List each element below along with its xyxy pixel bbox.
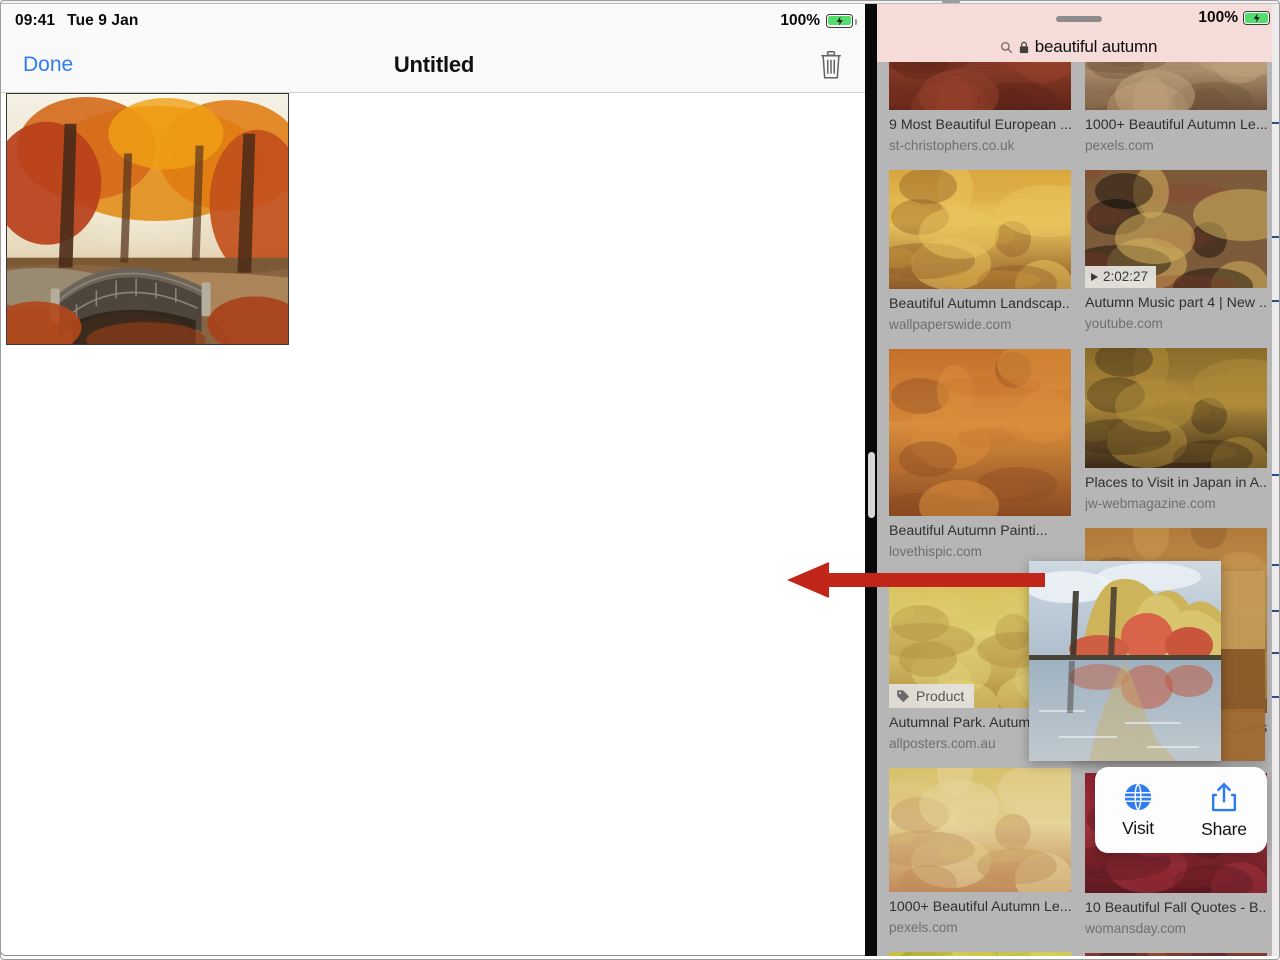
product-badge-label: Product bbox=[916, 687, 965, 704]
background-window-sliver[interactable] bbox=[1272, 4, 1280, 956]
video-duration-badge: 2:02:27 bbox=[1085, 265, 1157, 288]
result-site: pexels.com bbox=[1085, 137, 1154, 153]
result-card[interactable] bbox=[1085, 952, 1267, 956]
result-thumbnail[interactable] bbox=[889, 951, 1071, 956]
page-title: Untitled bbox=[393, 51, 475, 77]
notes-app-pane: 09:41 Tue 9 Jan 100% Done Untitled bbox=[0, 4, 868, 956]
visit-label: Visit bbox=[1122, 817, 1154, 838]
multitask-handle[interactable] bbox=[1055, 16, 1102, 22]
play-icon bbox=[1091, 272, 1098, 281]
note-canvas[interactable] bbox=[1, 93, 867, 955]
result-title[interactable]: Beautiful Autumn Painti... bbox=[889, 521, 1071, 542]
battery-percent-label: 100% bbox=[780, 11, 820, 29]
safari-pane: 100% beautiful autumn 9 Most Beautiful E… bbox=[877, 4, 1280, 956]
result-site: st-christophers.co.uk bbox=[889, 137, 1015, 153]
result-site: wallpaperswide.com bbox=[889, 316, 1012, 332]
left-navigation-bar: Done Untitled bbox=[1, 37, 867, 93]
image-results-list[interactable]: 9 Most Beautiful European ... st-christop… bbox=[877, 62, 1280, 956]
result-thumbnail[interactable] bbox=[889, 169, 1071, 289]
result-title[interactable]: 9 Most Beautiful European ... bbox=[889, 115, 1071, 136]
status-date: Tue 9 Jan bbox=[67, 11, 139, 29]
dragged-image-preview[interactable] bbox=[1029, 561, 1221, 761]
result-card[interactable]: 9 Most Beautiful European ... st-christop… bbox=[889, 62, 1071, 156]
result-card[interactable]: 1000+ Beautiful Autumn Le... pexels.com bbox=[1085, 62, 1267, 156]
result-title[interactable]: 1000+ Beautiful Autumn Le... bbox=[889, 897, 1071, 918]
lock-icon bbox=[1019, 41, 1028, 53]
right-status-bar: 100% bbox=[877, 4, 1280, 32]
result-title[interactable]: Autumn Music part 4 | New ... bbox=[1085, 293, 1267, 314]
result-title[interactable]: 10 Beautiful Fall Quotes - B... bbox=[1085, 898, 1267, 919]
result-card[interactable] bbox=[889, 951, 1071, 956]
share-button[interactable]: Share bbox=[1193, 781, 1255, 840]
result-site: jw-webmagazine.com bbox=[1085, 495, 1216, 511]
product-badge: Product bbox=[889, 683, 975, 708]
result-thumbnail[interactable] bbox=[889, 348, 1071, 516]
duration-label: 2:02:27 bbox=[1103, 269, 1149, 285]
globe-icon bbox=[1124, 782, 1152, 810]
window-grab-nub bbox=[942, 0, 960, 3]
result-title[interactable]: Beautiful Autumn Landscap... bbox=[889, 294, 1071, 315]
screenshot-root: 09:41 Tue 9 Jan 100% Done Untitled 100% … bbox=[0, 0, 1280, 960]
result-card[interactable]: Beautiful Autumn Painti... lovethispic.co… bbox=[889, 348, 1071, 562]
visit-button[interactable]: Visit bbox=[1107, 782, 1169, 839]
result-site: pexels.com bbox=[889, 919, 958, 935]
result-site: youtube.com bbox=[1085, 315, 1163, 331]
share-label: Share bbox=[1201, 818, 1247, 839]
result-thumbnail[interactable] bbox=[1085, 62, 1267, 110]
pasted-note-image[interactable] bbox=[6, 93, 289, 345]
result-card[interactable]: 1000+ Beautiful Autumn Le... pexels.com bbox=[889, 767, 1071, 938]
left-status-bar: 09:41 Tue 9 Jan 100% bbox=[1, 4, 867, 37]
split-view-drag-handle[interactable] bbox=[868, 452, 875, 518]
battery-charging-icon bbox=[1243, 11, 1275, 25]
result-card[interactable]: 2:02:27 Autumn Music part 4 | New ... yout… bbox=[1085, 169, 1267, 334]
result-site: womansday.com bbox=[1085, 920, 1186, 936]
result-title[interactable]: Places to Visit in Japan in A... bbox=[1085, 473, 1267, 494]
done-button[interactable]: Done bbox=[23, 53, 73, 77]
status-time: 09:41 bbox=[15, 11, 56, 29]
result-site: lovethispic.com bbox=[889, 543, 982, 559]
address-bar[interactable]: beautiful autumn bbox=[877, 32, 1280, 62]
share-icon bbox=[1211, 782, 1237, 811]
results-column-left: 9 Most Beautiful European ... st-christop… bbox=[889, 62, 1071, 956]
result-card[interactable]: Places to Visit in Japan in A... jw-webma… bbox=[1085, 347, 1267, 514]
context-action-popup: Visit Share bbox=[1095, 767, 1267, 853]
trash-icon[interactable] bbox=[817, 50, 845, 80]
result-thumbnail[interactable] bbox=[889, 767, 1071, 892]
tag-icon bbox=[897, 690, 910, 703]
result-thumbnail[interactable] bbox=[889, 62, 1071, 110]
result-thumbnail[interactable] bbox=[1085, 952, 1267, 956]
battery-percent-label: 100% bbox=[1198, 9, 1238, 26]
search-icon bbox=[1000, 41, 1012, 53]
result-thumbnail[interactable] bbox=[1085, 347, 1267, 468]
left-arrow-annotation bbox=[787, 562, 1045, 598]
window-chrome-strip bbox=[0, 0, 1280, 4]
battery-charging-icon bbox=[826, 13, 858, 28]
result-thumbnail[interactable]: 2:02:27 bbox=[1085, 169, 1267, 288]
result-title[interactable]: 1000+ Beautiful Autumn Le... bbox=[1085, 115, 1267, 136]
result-card[interactable]: Beautiful Autumn Landscap... wallpaperswi… bbox=[889, 169, 1071, 335]
address-bar-url: beautiful autumn bbox=[1034, 37, 1158, 56]
